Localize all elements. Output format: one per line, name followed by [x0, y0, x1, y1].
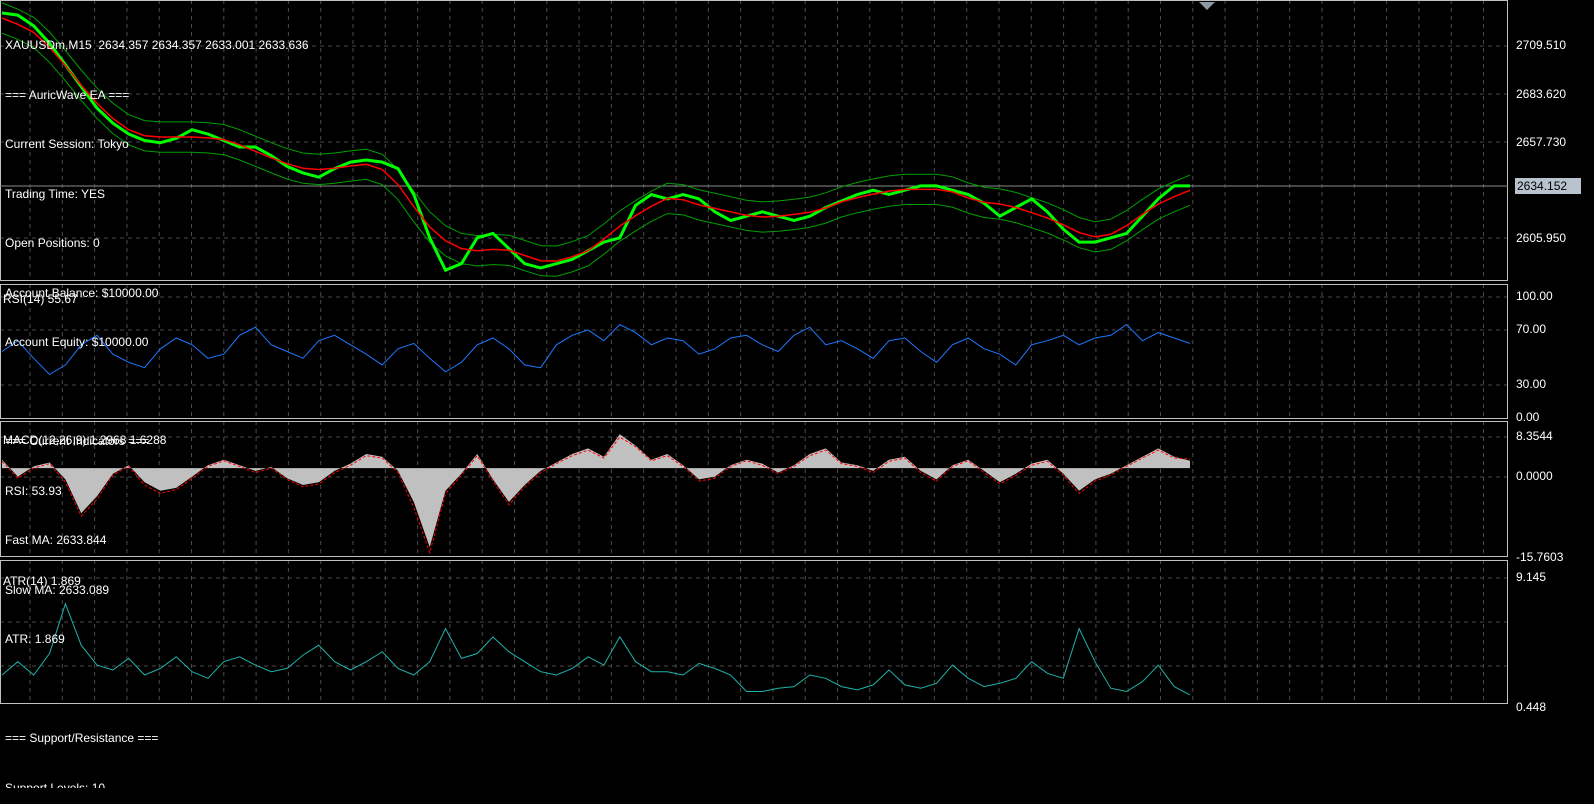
- rsi-title: RSI(14) 55.67: [3, 292, 78, 306]
- atr-axis-label: 9.145: [1516, 570, 1547, 584]
- info-line: RSI: 53.93: [5, 483, 62, 498]
- info-line: ATR: 1.869: [5, 632, 65, 646]
- atr-axis-label: 0.448: [1516, 700, 1547, 714]
- macd-axis-label: -15.7603: [1516, 550, 1564, 564]
- info-line: [5, 384, 309, 401]
- rsi-axis-label: 70.00: [1516, 322, 1547, 336]
- price-axis-label: 2605.950: [1516, 231, 1567, 245]
- macd-title: MACD(12,26,9) 1.2968 1.6288: [3, 433, 167, 447]
- info-line: Trading Time: YES: [5, 186, 106, 201]
- current-price-tag: 2634.152: [1515, 178, 1581, 194]
- atr-title: ATR(14) 1.869: [3, 574, 81, 588]
- macd-axis-label: 8.3544: [1516, 429, 1553, 443]
- rsi-axis-label: 100.00: [1516, 289, 1553, 303]
- macd-axis-label: 0.0000: [1516, 469, 1553, 483]
- info-line: Support Levels: 10: [5, 780, 106, 788]
- price-axis-label: 2657.730: [1516, 135, 1567, 149]
- price-axis-label: 2683.620: [1516, 87, 1567, 101]
- rsi-axis-label: 0.00: [1516, 410, 1540, 424]
- price-axis-label: 2709.510: [1516, 38, 1567, 52]
- info-line: === AuricWave EA ===: [5, 87, 130, 102]
- scroll-shift-marker-icon[interactable]: [1199, 2, 1215, 10]
- symbol-header: XAUUSDm,M15 2634.357 2634.357 2633.001 2…: [5, 38, 309, 52]
- rsi-axis-label: 30.00: [1516, 377, 1547, 391]
- info-line: Current Session: Tokyo: [5, 137, 129, 151]
- info-line: [5, 681, 309, 698]
- info-line: Open Positions: 0: [5, 236, 100, 250]
- info-line: === Support/Resistance ===: [5, 731, 159, 745]
- info-line: Fast MA: 2633.844: [5, 533, 107, 547]
- info-line: Account Equity: $10000.00: [5, 335, 149, 349]
- ea-info-panel: XAUUSDm,M15 2634.357 2634.357 2633.001 2…: [5, 4, 309, 804]
